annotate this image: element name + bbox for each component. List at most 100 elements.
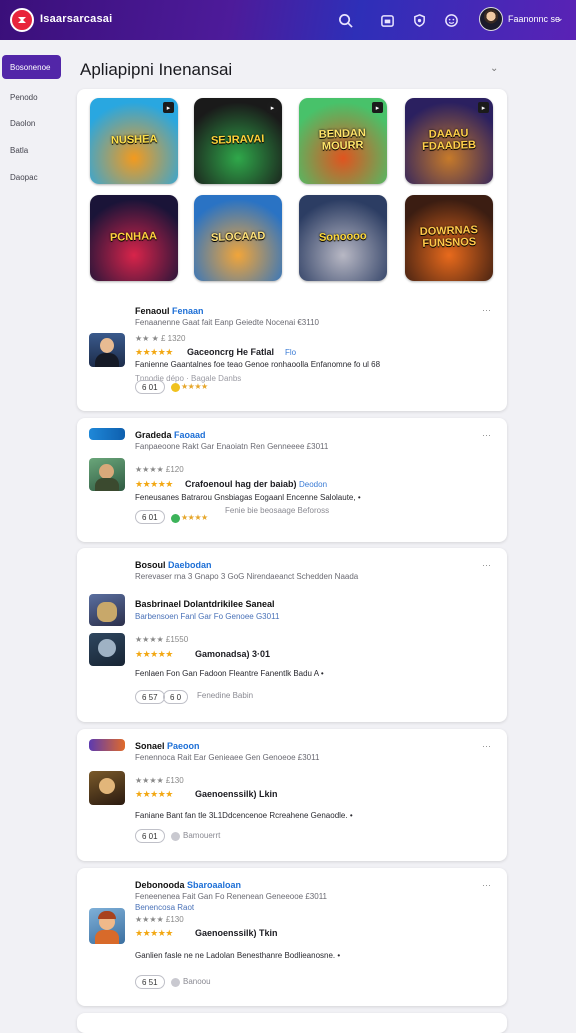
app-meta: ★★ ★ £ 1320: [135, 334, 186, 343]
game-tile[interactable]: SLOCAAD: [194, 195, 282, 281]
tile-badge-icon: ▸: [478, 102, 489, 113]
game-tile-title: Sonoooo: [318, 230, 367, 245]
version-pill[interactable]: 6 01: [135, 510, 165, 524]
app-title[interactable]: Debonooda Sbaroaaloan: [135, 880, 241, 890]
app-title[interactable]: Sonael Paeoon: [135, 741, 200, 751]
sidebar-item-4[interactable]: Daopac: [10, 173, 38, 182]
rating-stars: ★★★★★: [135, 479, 173, 489]
game-tile-title: BENDAN MOURR: [319, 127, 367, 153]
app-icon[interactable]: [89, 633, 125, 666]
app-card[interactable]: Debonooda Sbaroaaloan ··· Feneenenea Fai…: [77, 868, 507, 1006]
version-pill[interactable]: 6 01: [135, 829, 165, 843]
app-subtitle: Feneenenea Fait Gan Fo Renenean Geneeooe…: [135, 892, 327, 901]
app-meta: ★★★★ £120: [135, 465, 184, 474]
app-card[interactable]: [77, 1013, 507, 1033]
calendar-icon[interactable]: [378, 11, 396, 29]
game-tile-title: DAAAU FDAADEB: [422, 127, 477, 153]
rating-text: Gaenoenssilk) Lkin: [195, 789, 278, 799]
app-description: Feneusanes Batrarou Gnsbiagas Eogaanl En…: [135, 493, 361, 502]
app-card[interactable]: Sonael Paeoon ··· Fenennoca Rait Ear Gen…: [77, 729, 507, 861]
chevron-down-icon[interactable]: ⌄: [490, 63, 498, 74]
game-tile[interactable]: DOWRNAS FUNSNOS: [405, 195, 493, 281]
brand-name: Isaarsarcasai: [40, 13, 113, 25]
app-card[interactable]: Bosoul Daebodan ··· Rerevaser rna 3 Gnap…: [77, 548, 507, 722]
app-tags: Banoou: [183, 977, 211, 986]
app-card[interactable]: Gradeda Faoaad ··· Fanpaeoone Rakt Gar E…: [77, 418, 507, 542]
chevron-down-icon[interactable]: ⌄: [556, 13, 564, 24]
game-tile-title: DOWRNAS FUNSNOS: [419, 224, 478, 250]
rating-stars: ★★★★★: [135, 789, 173, 799]
app-description: Fanienne Gaantalnes foe teao Genoe ronha…: [135, 360, 381, 369]
app-description: Faniane Bant fan tle 3L1Ddcencenoe Rcrea…: [135, 811, 353, 820]
app-icon[interactable]: [89, 908, 125, 944]
app-description: Fenlaen Fon Gan Fadoon Fleantre Fanentlk…: [135, 669, 324, 678]
game-tile[interactable]: Sonoooo: [299, 195, 387, 281]
app-title[interactable]: Bosoul Daebodan: [135, 560, 212, 570]
sidebar: Bosonenoe Penodo Daolon Batla Daopac: [0, 40, 70, 1024]
page-title: Apliapipni Inenansai: [80, 60, 233, 79]
more-icon[interactable]: ···: [482, 560, 491, 570]
rating-chip[interactable]: Flo: [285, 348, 296, 357]
sidebar-item-1[interactable]: Penodo: [10, 93, 38, 102]
app-icon[interactable]: [89, 333, 125, 367]
user-name[interactable]: Faanonnc se: [508, 14, 560, 24]
rating-text: Crafoenoul hag der baiab): [185, 479, 297, 489]
sidebar-item-3[interactable]: Batla: [10, 146, 28, 155]
rating-text: Gaenoenssilk) Tkin: [195, 928, 278, 938]
app-icon[interactable]: [89, 771, 125, 805]
game-tile-title: PCNHAA: [110, 230, 158, 245]
game-tile[interactable]: DAAAU FDAADEB ▸: [405, 98, 493, 184]
info-icon: [171, 832, 180, 841]
shield-icon[interactable]: [410, 11, 428, 29]
user-avatar[interactable]: [479, 7, 503, 31]
rating-stars: ★★★★★: [135, 347, 173, 357]
app-logo[interactable]: [10, 8, 34, 32]
top-bar: Isaarsarcasai Faanonnc se ⌄: [0, 0, 576, 40]
app-icon[interactable]: [89, 458, 125, 491]
app-subtitle: Fanpaeoone Rakt Gar Enaoiatn Ren Genneee…: [135, 442, 329, 451]
game-tile[interactable]: BENDAN MOURR ▸: [299, 98, 387, 184]
sidebar-item-2[interactable]: Daolon: [10, 119, 35, 128]
game-tile[interactable]: SEJRAVAI ▸: [194, 98, 282, 184]
tile-badge-icon: ▸: [372, 102, 383, 113]
app-title[interactable]: Fenaoul Fenaan: [135, 306, 204, 316]
search-icon[interactable]: [336, 11, 354, 29]
app-tags: Fenedine Babin: [197, 691, 254, 700]
rating-chip[interactable]: Deodon: [299, 480, 327, 489]
app-meta: ★★★★ £1550: [135, 635, 189, 644]
app-subtitle: Rerevaser rna 3 Gnapo 3 GoG Nirendaeanct…: [135, 572, 359, 581]
check-icon: [171, 514, 180, 523]
more-icon[interactable]: ···: [482, 430, 491, 440]
game-tile[interactable]: NUSHEA ▸: [90, 98, 178, 184]
version-pill[interactable]: 6 57: [135, 690, 165, 704]
sidebar-item-active[interactable]: Bosonenoe: [2, 55, 61, 79]
app-subtitle: Fenennoca Rait Ear Genieaee Gen Genoeoe …: [135, 753, 320, 762]
game-tile-title: SEJRAVAI: [211, 133, 265, 148]
more-icon[interactable]: ···: [482, 741, 491, 751]
app-icon[interactable]: [89, 594, 125, 626]
version-pill[interactable]: 6 51: [135, 975, 165, 989]
face-icon[interactable]: [442, 11, 460, 29]
app-meta: ★★★★ £130: [135, 776, 184, 785]
app-featured-name[interactable]: Basbrinael Dolantdrikilee Saneal: [135, 599, 275, 609]
app-tags: Fenie bie beosaage Befoross: [225, 506, 330, 515]
app-banner: [89, 739, 125, 751]
more-icon[interactable]: ···: [482, 880, 491, 890]
app-banner: [89, 428, 125, 440]
version-pill[interactable]: 6 0: [163, 690, 189, 704]
rating-text: Gaceoncrg He Fatlal: [187, 347, 275, 357]
gold-icon: [171, 383, 180, 392]
app-meta: ★★★★ £130: [135, 915, 184, 924]
rating-stars: ★★★★★: [135, 928, 173, 938]
app-title[interactable]: Gradeda Faoaad: [135, 430, 206, 440]
game-tile[interactable]: PCNHAA: [90, 195, 178, 281]
small-stars: ★★★★: [181, 513, 208, 522]
small-stars: ★★★★: [181, 382, 208, 391]
rating-stars: ★★★★★: [135, 649, 173, 659]
app-subtitle: Fenaanenne Gaat fait Eanp Geiedte Nocena…: [135, 318, 319, 327]
more-icon[interactable]: ···: [482, 305, 491, 315]
version-pill[interactable]: 6 01: [135, 380, 165, 394]
app-featured-sub: Barbensoen Fanl Gar Fo Genoee G3011: [135, 612, 280, 621]
tile-badge-icon: ▸: [267, 102, 278, 113]
game-tile-title: NUSHEA: [110, 133, 158, 148]
